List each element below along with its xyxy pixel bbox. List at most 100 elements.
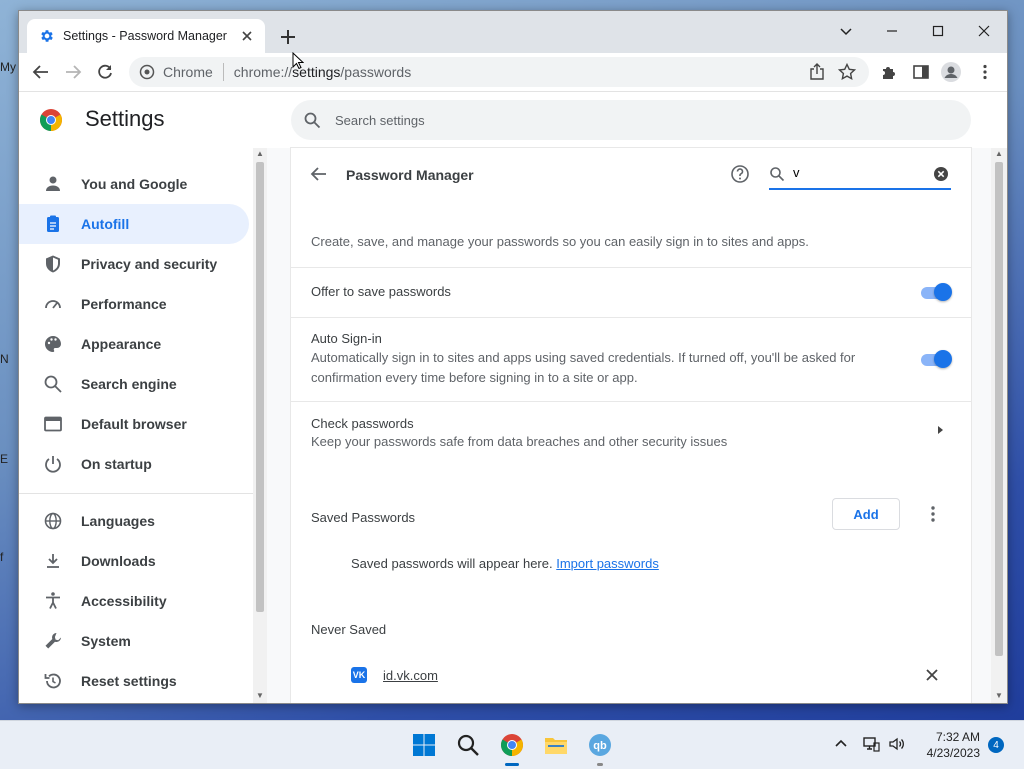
extensions-puzzle-icon[interactable] [877,60,901,84]
desktop-icon-label[interactable]: My [0,60,16,74]
network-icon[interactable] [862,735,880,753]
offer-to-save-label: Offer to save passwords [311,284,451,299]
desktop-icon-label[interactable]: N [0,352,9,366]
desktop-icon-label[interactable]: f [0,550,3,564]
never-saved-site-link[interactable]: id.vk.com [383,668,438,683]
side-panel-icon[interactable] [909,60,933,84]
clear-search-icon[interactable] [933,166,949,182]
sidebar-item-accessibility[interactable]: Accessibility [19,581,249,621]
search-icon [44,375,62,393]
share-icon[interactable] [805,60,829,84]
import-passwords-link[interactable]: Import passwords [556,556,659,571]
search-icon [770,167,785,182]
scroll-down-arrow-icon[interactable]: ▼ [256,692,264,700]
sidebar-item-you-and-google[interactable]: You and Google [19,164,249,204]
forward-arrow-icon[interactable] [61,60,85,84]
file-explorer-icon[interactable] [544,733,568,757]
desktop-icon-label[interactable]: E [0,452,8,466]
omnibox-chip: Chrome [163,64,213,80]
scroll-down-arrow-icon[interactable]: ▼ [995,692,1003,700]
offer-to-save-toggle[interactable] [921,282,952,302]
tab-search-chevron-icon[interactable] [823,17,869,45]
sidebar-item-reset-settings[interactable]: Reset settings [19,661,249,701]
close-window-icon[interactable] [961,17,1007,45]
sidebar-item-label: Privacy and security [81,256,218,272]
close-tab-icon[interactable] [239,28,255,44]
chrome-logo-icon [40,109,62,131]
check-passwords-description: Keep your passwords safe from data breac… [311,434,728,449]
main-scroll-thumb[interactable] [995,162,1003,656]
sidebar-item-performance[interactable]: Performance [19,284,249,324]
qbittorrent-icon[interactable]: qb [588,733,612,757]
show-hidden-icons-chevron-icon[interactable] [832,735,850,753]
sidebar-item-languages[interactable]: Languages [19,501,249,541]
sidebar-item-label: Reset settings [81,673,177,689]
scroll-up-arrow-icon[interactable]: ▲ [256,150,264,158]
taskbar-search-icon[interactable] [456,733,480,757]
chrome-taskbar-icon[interactable] [500,733,524,757]
url-path: /passwords [340,64,412,80]
add-password-button[interactable]: Add [832,498,900,530]
person-icon [46,176,60,191]
back-arrow-icon[interactable] [29,60,53,84]
browser-toolbar: Chrome chrome://settings/passwords [19,53,1007,92]
password-search-field[interactable] [769,162,951,190]
palette-icon [45,336,61,352]
sidebar-item-system[interactable]: System [19,621,249,661]
sidebar-item-label: On startup [81,456,152,472]
sidebar-item-downloads[interactable]: Downloads [19,541,249,581]
accessibility-icon [46,592,60,609]
password-search-input[interactable] [791,164,925,181]
sidebar-item-label: System [81,633,131,649]
sidebar-item-label: Default browser [81,416,187,432]
url-prefix: chrome:// [233,64,293,80]
running-app-indicator [597,763,603,766]
chrome-site-icon [139,64,155,80]
sidebar-item-search-engine[interactable]: Search engine [19,364,249,404]
sidebar-item-privacy[interactable]: Privacy and security [19,244,249,284]
main-scrollbar[interactable]: ▲ ▼ [991,148,1007,703]
remove-exception-close-icon[interactable] [923,666,941,684]
download-icon [47,554,59,568]
scroll-up-arrow-icon[interactable]: ▲ [995,150,1003,158]
tab-settings[interactable]: Settings - Password Manager [27,19,265,53]
empty-text: Saved passwords will appear here. [351,556,553,571]
toggle-knob [934,283,952,301]
check-passwords-row[interactable]: Check passwords Keep your passwords safe… [291,402,971,458]
bookmark-star-icon[interactable] [835,60,859,84]
sidebar-item-appearance[interactable]: Appearance [19,324,249,364]
address-bar[interactable]: Chrome chrome://settings/passwords [129,57,869,87]
globe-icon [44,512,62,530]
notification-badge[interactable]: 4 [988,737,1004,753]
sidebar-item-label: Languages [81,513,155,529]
new-tab-plus-icon[interactable] [277,26,299,48]
toggle-knob [934,350,952,368]
auto-signin-toggle[interactable] [921,349,952,369]
mouse-cursor-icon [292,52,304,70]
saved-passwords-heading: Saved Passwords [311,510,416,525]
password-manager-card: Password Manager Create, save, and manag… [291,148,971,703]
more-vert-icon[interactable] [923,504,943,524]
profile-avatar-icon[interactable] [939,60,963,84]
sidebar-item-on-startup[interactable]: On startup [19,444,249,484]
sidebar-item-label: Autofill [81,216,130,232]
speedometer-icon [45,300,61,309]
sidebar-item-label: Performance [81,296,167,312]
maximize-icon[interactable] [915,17,961,45]
menu-kebab-icon[interactable] [973,60,997,84]
row-divider [291,267,971,268]
help-icon[interactable] [730,164,750,184]
minimize-icon[interactable] [869,17,915,45]
back-arrow-icon[interactable] [309,164,329,184]
volume-icon[interactable] [888,735,906,753]
sidebar-item-default-browser[interactable]: Default browser [19,404,249,444]
settings-search-input[interactable]: Search settings [291,100,971,140]
taskbar-clock[interactable]: 7:32 AM 4/23/2023 [918,729,980,761]
sidebar-item-autofill[interactable]: Autofill [19,204,249,244]
sidebar-scroll-thumb[interactable] [256,162,264,612]
power-icon [45,456,61,473]
sidebar-scrollbar[interactable]: ▲ ▼ [253,148,267,703]
windows-start-icon[interactable] [412,733,436,757]
reload-icon[interactable] [93,60,117,84]
browser-window: Settings - Password Manager Chrome chrom… [18,10,1008,704]
